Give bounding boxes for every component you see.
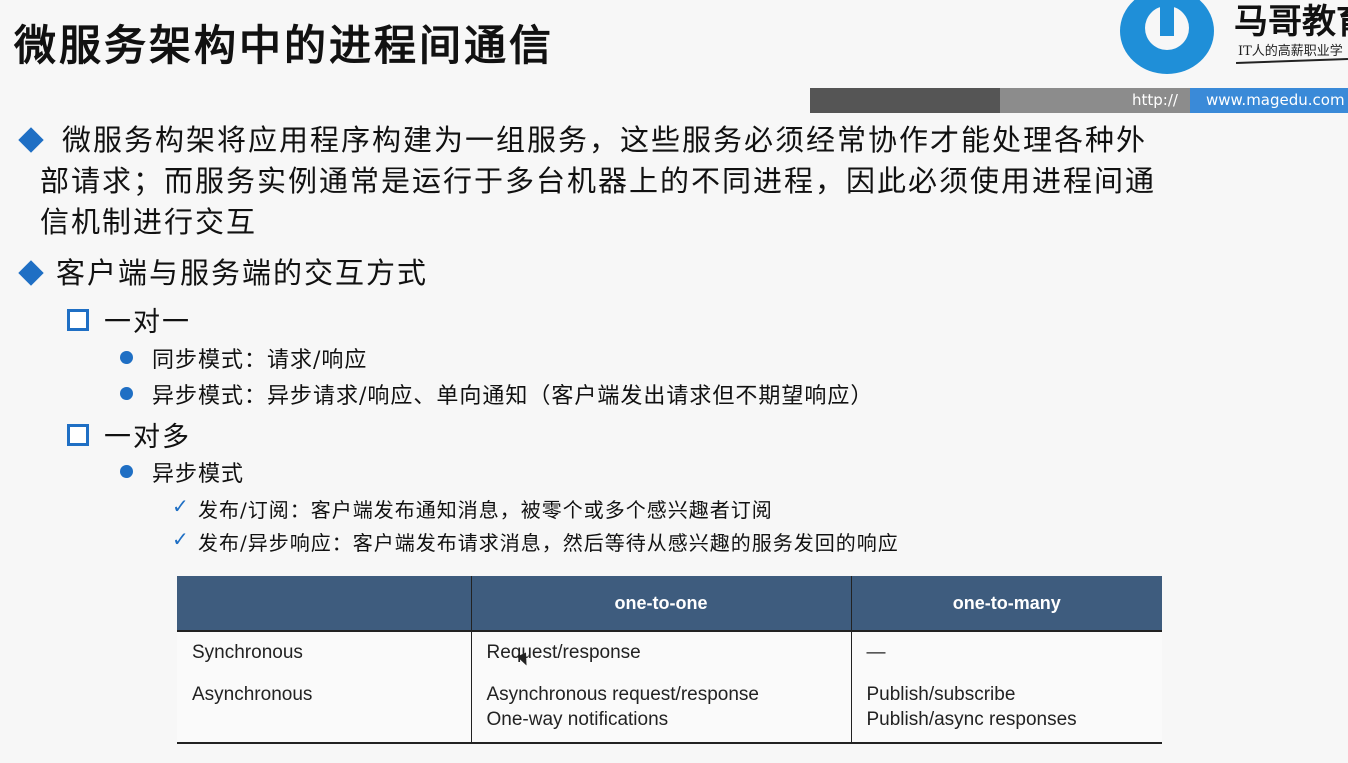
diamond-bullet-icon — [18, 260, 44, 286]
table-header-one-to-many: one-to-many — [850, 576, 1162, 632]
cell-async-one-to-one: Asynchronous request/response One-way no… — [470, 676, 851, 744]
async-mode-text: 异步模式：异步请求/响应、单向通知（客户端发出请求但不期望响应） — [152, 384, 874, 409]
bullet-1-line-2: 部请求；而服务实例通常是运行于多台机器上的不同进程，因此必须使用进程间通 — [40, 164, 1157, 198]
check-icon: ✓ — [172, 527, 189, 551]
slide-title: 微服务架构中的进程间通信 — [14, 21, 555, 70]
check-icon: ✓ — [172, 494, 189, 518]
cell-async-request-response: Asynchronous request/response — [486, 684, 760, 705]
cell-request-response: Request/response — [470, 631, 851, 676]
row-label-synchronous: Synchronous — [177, 631, 471, 676]
bullet-2-text: 客户端与服务端的交互方式 — [56, 256, 429, 290]
table-header-blank — [177, 576, 471, 632]
pub-async-text: 发布/异步响应：客户端发布请求消息，然后等待从感兴趣的服务发回的响应 — [198, 531, 899, 555]
dot-bullet-icon — [120, 351, 133, 364]
async-mode-2-text: 异步模式 — [152, 462, 245, 487]
brand-name: 马哥教育 — [1234, 2, 1348, 42]
dot-bullet-icon — [120, 465, 133, 478]
url-bar: http:// www.magedu.com — [810, 88, 1348, 113]
bullet-1-line-1: 微服务构架将应用程序构建为一组服务，这些服务必须经常协作才能处理各种外 — [62, 123, 1148, 157]
cell-none: — — [850, 631, 1162, 676]
diamond-bullet-icon — [18, 127, 44, 153]
dot-bullet-icon — [120, 387, 133, 400]
table-row: Synchronous Request/response — — [177, 631, 1162, 676]
bullet-1-line-3: 信机制进行交互 — [40, 205, 258, 239]
magedu-logo-icon — [1120, 0, 1214, 74]
url-text: www.magedu.com — [1206, 91, 1345, 109]
square-bullet-icon — [67, 424, 89, 446]
pubsub-text: 发布/订阅：客户端发布通知消息，被零个或多个感兴趣者订阅 — [198, 498, 773, 522]
table-row: Asynchronous Asynchronous request/respon… — [177, 676, 1162, 744]
cell-async-one-to-many: Publish/subscribe Publish/async response… — [850, 676, 1162, 744]
cell-one-way-notifications: One-way notifications — [486, 709, 669, 730]
square-bullet-icon — [67, 309, 89, 331]
cell-publish-async: Publish/async responses — [866, 709, 1077, 730]
cell-publish-subscribe: Publish/subscribe — [866, 684, 1016, 705]
one-to-one-heading: 一对一 — [104, 307, 191, 338]
url-prefix: http:// — [1132, 91, 1178, 109]
interaction-table: one-to-one one-to-many Synchronous Reque… — [177, 576, 1162, 744]
row-label-asynchronous: Asynchronous — [177, 676, 471, 744]
table-header-one-to-one: one-to-one — [470, 576, 851, 632]
sync-mode-text: 同步模式：请求/响应 — [152, 348, 368, 373]
brand-slogan: IT人的高薪职业学 — [1238, 44, 1343, 59]
one-to-many-heading: 一对多 — [104, 422, 191, 453]
